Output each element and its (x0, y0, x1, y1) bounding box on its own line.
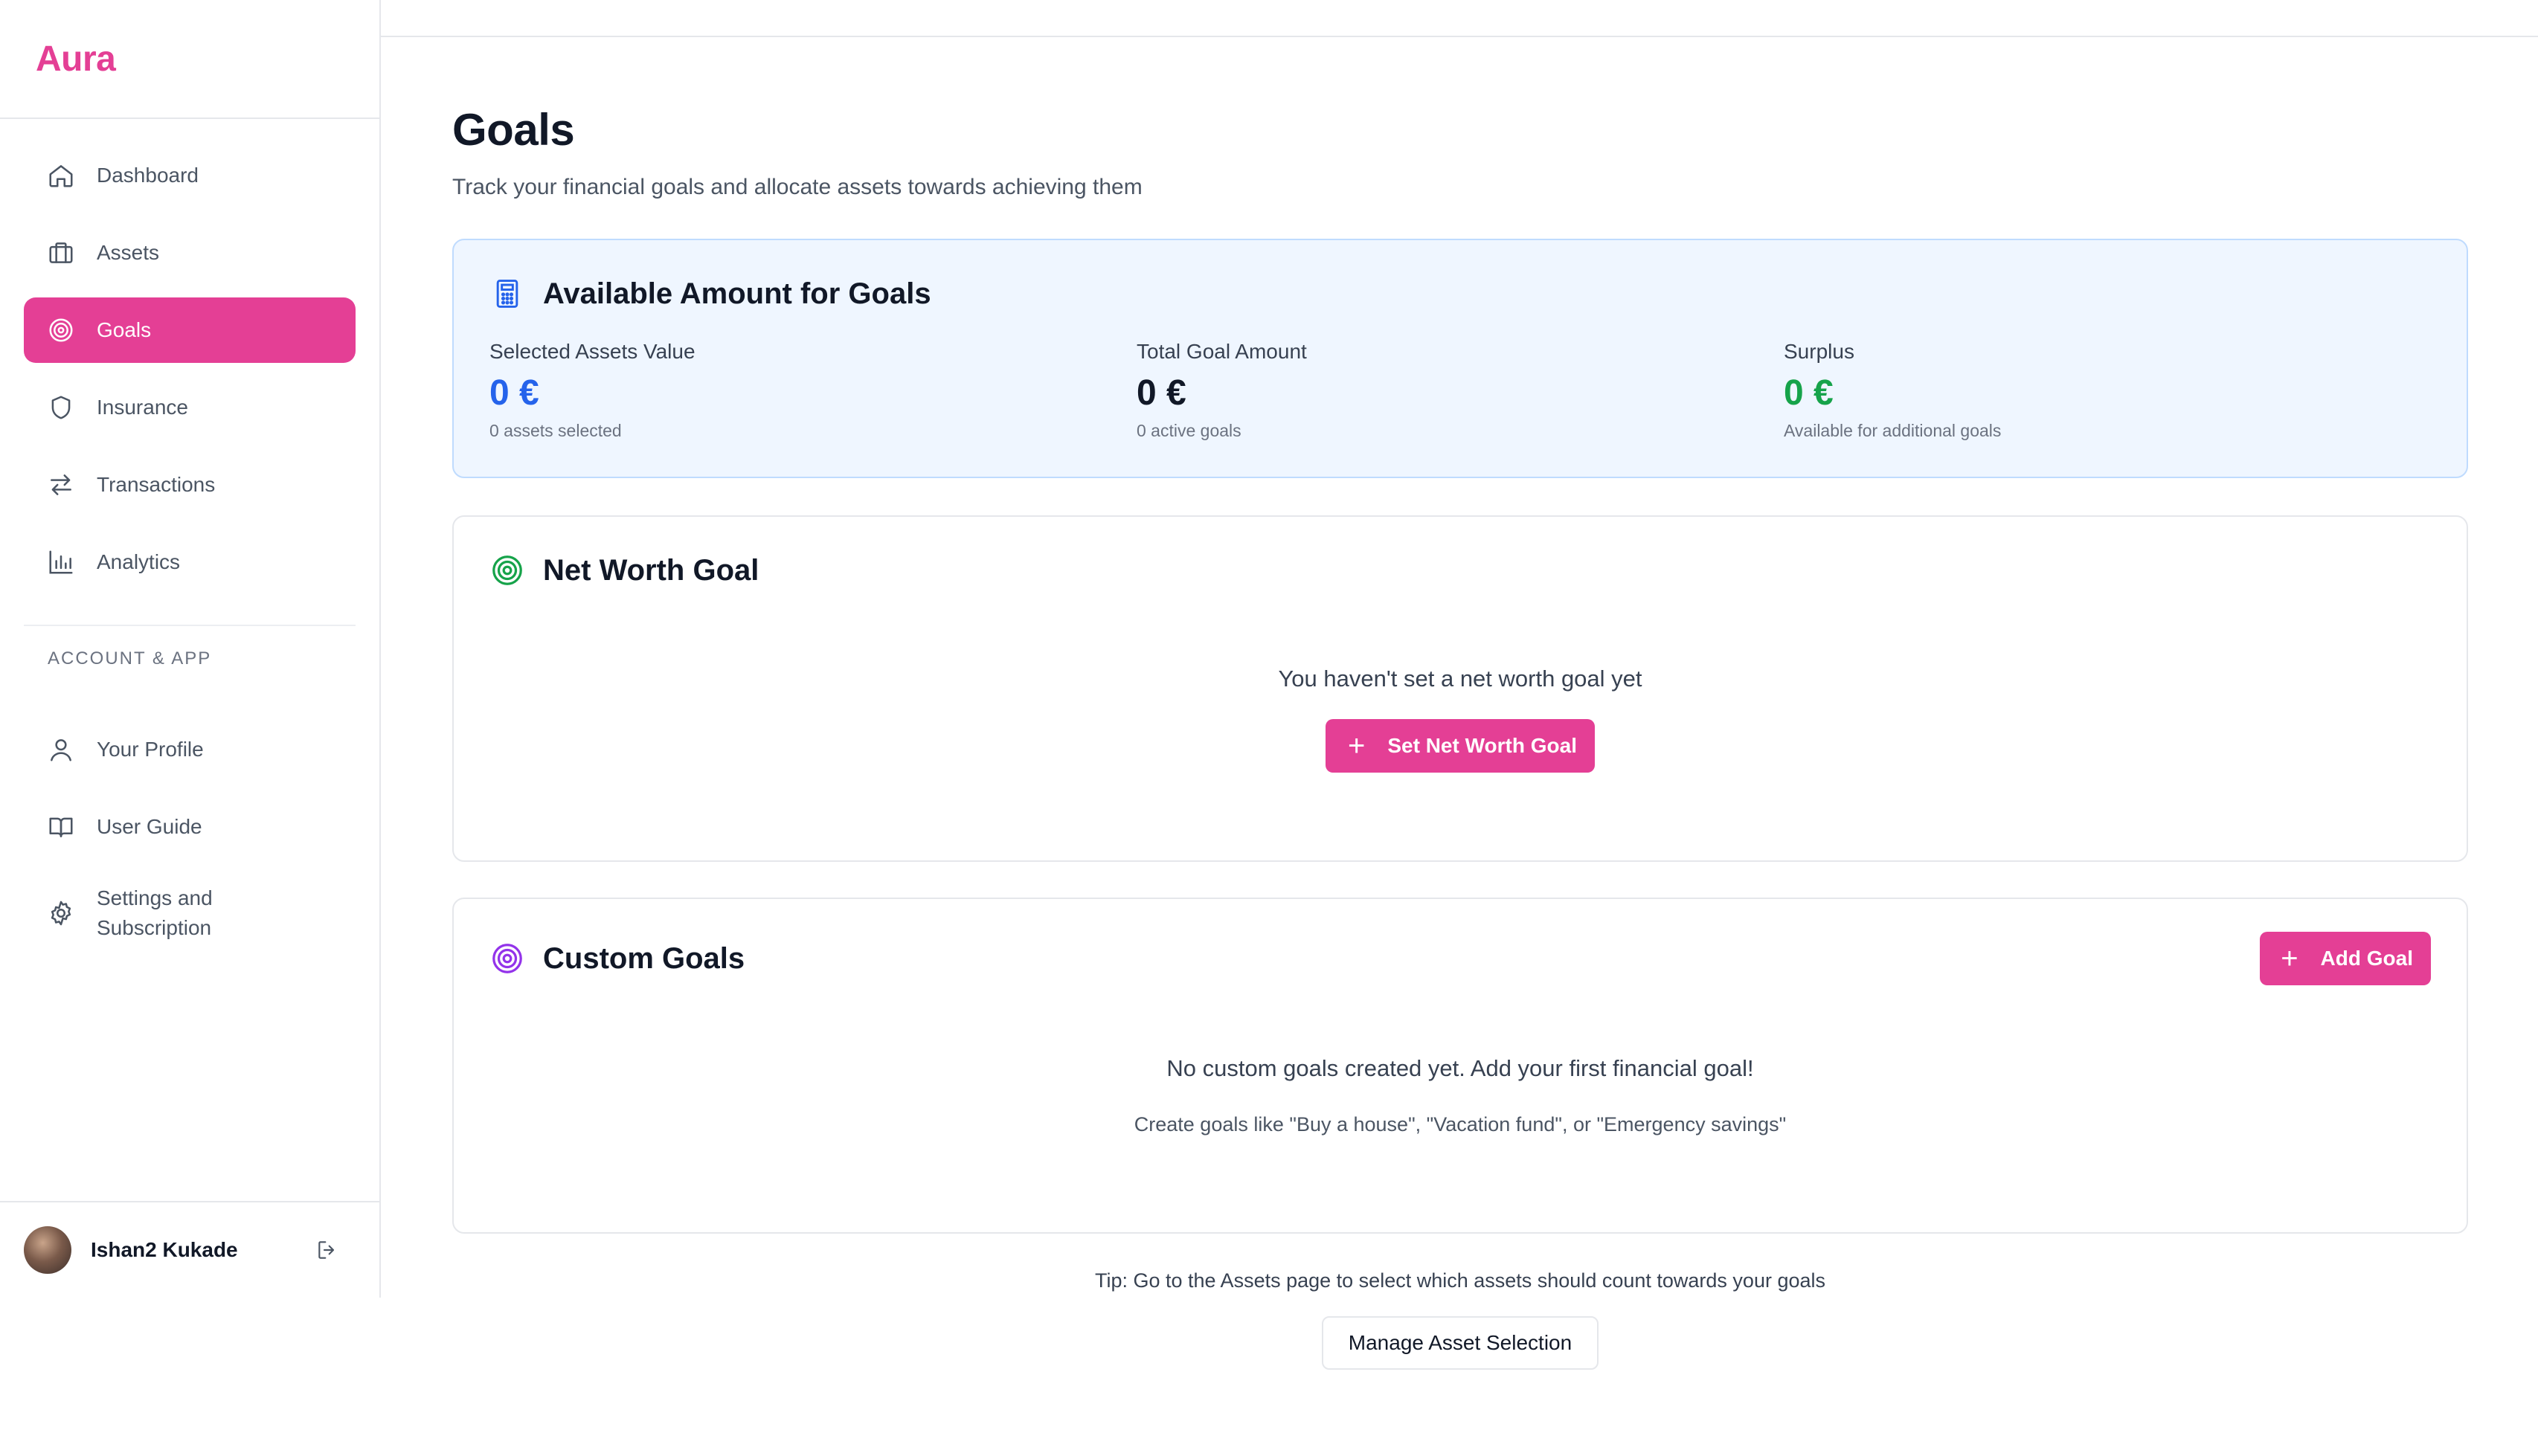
target-icon (46, 315, 76, 345)
arrows-swap-icon (46, 470, 76, 500)
logout-icon[interactable] (312, 1235, 342, 1265)
card-title: Available Amount for Goals (543, 277, 931, 310)
card-title-group: Custom Goals (489, 941, 745, 976)
stat-note: 0 assets selected (489, 421, 622, 440)
brand: Aura (0, 0, 379, 119)
card-header: Net Worth Goal (489, 553, 2431, 588)
stats-row: Selected Assets Value 0 € 0 assets selec… (489, 340, 2431, 441)
sidebar-item-insurance[interactable]: Insurance (24, 375, 356, 440)
button-label: Set Net Worth Goal (1387, 734, 1577, 757)
card-title: Net Worth Goal (543, 553, 759, 587)
sidebar-item-transactions[interactable]: Transactions (24, 452, 356, 518)
stat-selected-assets: Selected Assets Value 0 € 0 assets selec… (489, 340, 1137, 441)
manage-asset-selection-button[interactable]: Manage Asset Selection (1321, 1316, 1599, 1370)
main-content: Goals Track your financial goals and all… (452, 104, 2468, 1370)
stat-value: 0 € (1137, 373, 1186, 413)
stat-label: Selected Assets Value (489, 340, 695, 363)
user-icon (46, 735, 76, 764)
gear-icon (46, 898, 76, 928)
card-header: Available Amount for Goals (489, 276, 2431, 312)
sidebar: Aura Dashboard Assets Goals Insurance Tr… (0, 0, 381, 1298)
button-label: Add Goal (2320, 947, 2413, 970)
set-net-worth-goal-button[interactable]: + Set Net Worth Goal (1326, 719, 1595, 773)
tip-text: Tip: Go to the Assets page to select whi… (1094, 1269, 1826, 1292)
calculator-icon (489, 276, 525, 312)
net-worth-goal-card: Net Worth Goal You haven't set a net wor… (452, 515, 2468, 862)
book-icon (46, 812, 76, 842)
stat-note: 0 active goals (1137, 421, 1241, 440)
main-nav: Dashboard Assets Goals Insurance Transac… (0, 119, 379, 595)
sidebar-item-analytics[interactable]: Analytics (24, 529, 356, 595)
sidebar-item-label: Goals (97, 318, 152, 341)
card-title: Custom Goals (543, 941, 745, 975)
sidebar-item-label: Analytics (97, 550, 181, 573)
sidebar-item-dashboard[interactable]: Dashboard (24, 143, 356, 208)
sidebar-item-label: Settings and Subscription (97, 886, 213, 939)
stat-value: 0 € (489, 373, 539, 413)
card-header: Custom Goals + Add Goal (489, 932, 2431, 985)
target-icon (489, 941, 525, 976)
sidebar-item-assets[interactable]: Assets (24, 220, 356, 286)
sidebar-item-label: Dashboard (97, 164, 199, 187)
available-amount-card: Available Amount for Goals Selected Asse… (452, 239, 2468, 478)
stat-total-goal: Total Goal Amount 0 € 0 active goals (1137, 340, 1784, 441)
stat-label: Total Goal Amount (1137, 340, 1307, 363)
empty-text: You haven't set a net worth goal yet (1278, 666, 1642, 692)
briefcase-icon (46, 238, 76, 268)
account-nav: Your Profile User Guide Settings and Sub… (0, 717, 379, 955)
net-worth-empty-state: You haven't set a net worth goal yet + S… (489, 666, 2431, 773)
page-title: Goals (452, 105, 575, 155)
shield-icon (46, 393, 76, 422)
user-bar: Ishan2 Kukade (0, 1201, 379, 1298)
section-label: ACCOUNT & APP (48, 648, 212, 669)
bar-chart-icon (46, 547, 76, 577)
avatar[interactable] (24, 1226, 71, 1274)
page-subtitle: Track your financial goals and allocate … (452, 175, 1143, 199)
stat-note: Available for additional goals (1784, 421, 2002, 440)
add-goal-button[interactable]: + Add Goal (2260, 932, 2431, 985)
stat-value: 0 € (1784, 373, 1834, 413)
sidebar-item-profile[interactable]: Your Profile (24, 717, 356, 782)
home-icon (46, 161, 76, 190)
sidebar-item-user-guide[interactable]: User Guide (24, 794, 356, 860)
sidebar-item-label: Your Profile (97, 738, 204, 761)
stat-surplus: Surplus 0 € Available for additional goa… (1784, 340, 2431, 441)
sidebar-item-settings[interactable]: Settings and Subscription (24, 872, 356, 955)
sidebar-item-goals[interactable]: Goals (24, 297, 356, 363)
plus-icon: + (1348, 729, 1366, 762)
custom-goals-card: Custom Goals + Add Goal No custom goals … (452, 898, 2468, 1234)
target-icon (489, 553, 525, 588)
top-bar (381, 0, 2538, 37)
nav-divider (24, 625, 356, 626)
empty-hint: Create goals like "Buy a house", "Vacati… (1134, 1113, 1787, 1136)
plus-icon: + (2281, 942, 2298, 975)
sidebar-item-label: Transactions (97, 473, 216, 496)
sidebar-item-label: Assets (97, 241, 160, 264)
brand-logo[interactable]: Aura (36, 39, 116, 80)
sidebar-item-label: Insurance (97, 396, 188, 419)
empty-text: No custom goals created yet. Add your fi… (1166, 1055, 1754, 1081)
custom-goals-empty-state: No custom goals created yet. Add your fi… (489, 1055, 2431, 1136)
sidebar-item-label: User Guide (97, 815, 202, 838)
stat-label: Surplus (1784, 340, 1854, 363)
user-name: Ishan2 Kukade (91, 1238, 238, 1261)
